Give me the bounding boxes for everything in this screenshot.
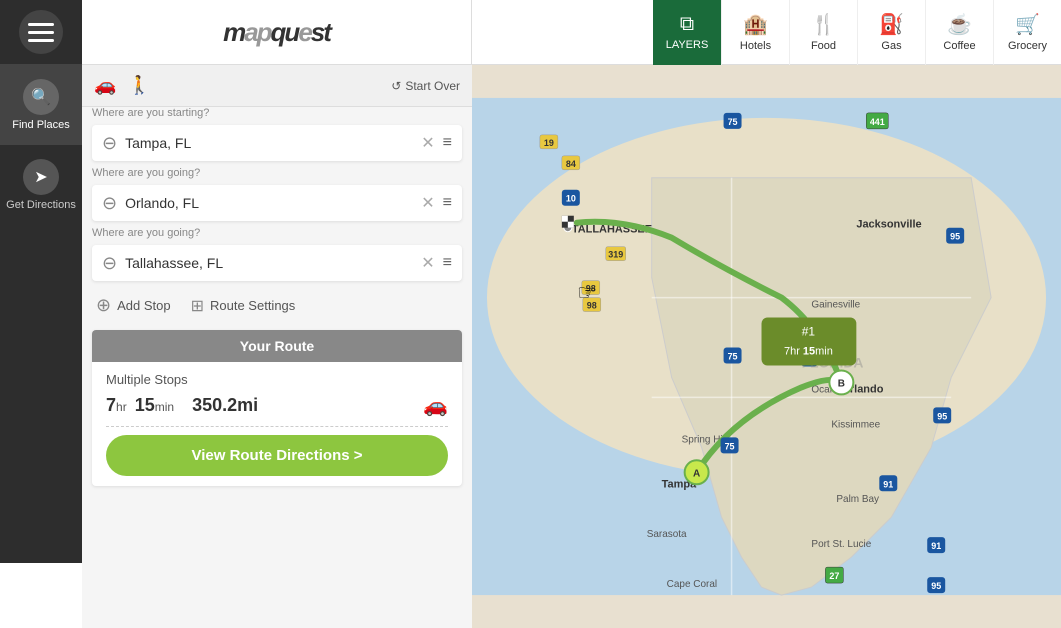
clear-dest1-icon[interactable]: ✕ (421, 193, 434, 213)
svg-text:Gainesville: Gainesville (811, 300, 860, 311)
route-summary: Your Route Multiple Stops 7hr 15min 350.… (92, 330, 462, 486)
toolbar-item-hotels[interactable]: 🏨 Hotels (721, 0, 789, 65)
waypoint-start-label: Where are you starting? (92, 107, 462, 119)
svg-text:Kissimmee: Kissimmee (831, 419, 880, 430)
waypoint-dest1-label: Where are you going? (92, 167, 462, 179)
toolbar-item-layers[interactable]: ⧉ LAYERS (653, 0, 721, 65)
svg-text:Sarasota: Sarasota (647, 529, 687, 540)
remove-dest1-icon[interactable]: ⊖ (102, 194, 117, 212)
sidebar-item-get-directions[interactable]: ➤ Get Directions (0, 145, 82, 225)
options-dest1-icon[interactable]: ≡ (443, 194, 452, 212)
svg-text:95: 95 (950, 232, 960, 242)
toolbar-item-coffee[interactable]: ☕ Coffee (925, 0, 993, 65)
toolbar-item-gas[interactable]: ⛽ Gas (857, 0, 925, 65)
route-settings-button[interactable]: ⊞ Route Settings (191, 296, 296, 316)
svg-text:#1: #1 (802, 325, 816, 339)
layers-icon: ⧉ (680, 13, 694, 36)
actions-row: ⊕ Add Stop ⊞ Route Settings (82, 287, 472, 324)
svg-text:98: 98 (586, 284, 596, 294)
sidebar-item-find-places[interactable]: 🔍 Find Places (0, 65, 82, 145)
remove-stop-icon[interactable]: ⊖ (102, 134, 117, 152)
clear-dest2-icon[interactable]: ✕ (421, 253, 434, 273)
route-stats: 7hr 15min 350.2mi 🚗 (106, 393, 448, 427)
toolbar-item-grocery[interactable]: 🛒 Grocery (993, 0, 1061, 65)
svg-text:75: 75 (725, 441, 735, 451)
food-icon: 🍴 (811, 12, 836, 37)
waypoint-dest2-row: ⊖ ✕ ≡ (92, 245, 462, 281)
options-start-icon[interactable]: ≡ (443, 134, 452, 152)
svg-text:319: 319 (608, 250, 623, 260)
view-route-button[interactable]: View Route Directions > (106, 435, 448, 476)
svg-text:A: A (693, 468, 700, 479)
gas-icon: ⛽ (879, 12, 904, 37)
route-hours: 7hr (106, 395, 127, 416)
toolbar-item-food[interactable]: 🍴 Food (789, 0, 857, 65)
grocery-icon: 🛒 (1015, 12, 1040, 37)
svg-text:10: 10 (566, 194, 576, 204)
panel-header: 🚗 🚶 ↺ Start Over (82, 65, 472, 107)
svg-text:95: 95 (931, 581, 941, 591)
svg-text:84: 84 (566, 159, 576, 169)
car-mode-icon[interactable]: 🚗 (94, 75, 116, 96)
clear-start-icon[interactable]: ✕ (421, 133, 434, 153)
options-dest2-icon[interactable]: ≡ (443, 254, 452, 272)
mapquest-logo: mapquest (223, 17, 330, 48)
directions-icon: ➤ (23, 159, 59, 195)
route-distance: 350.2mi (192, 395, 258, 416)
route-settings-icon: ⊞ (191, 296, 204, 316)
start-over-button[interactable]: ↺ Start Over (391, 79, 460, 93)
waypoint-dest1-input[interactable] (125, 195, 413, 211)
map-container[interactable]: ◀ 75 95 (472, 65, 1061, 628)
refresh-icon: ↺ (391, 79, 401, 93)
top-bar: mapquest ⧉ LAYERS 🏨 Hotels 🍴 Food ⛽ Gas (82, 0, 1061, 65)
waypoints-section: Where are you starting? ⊖ ✕ ≡ Where are … (82, 107, 472, 628)
directions-panel: 🚗 🚶 ↺ Start Over Where are you starting?… (82, 65, 472, 628)
svg-text:27: 27 (829, 571, 839, 581)
svg-text:91: 91 (883, 479, 893, 489)
svg-text:91: 91 (931, 541, 941, 551)
svg-text:Palm Bay: Palm Bay (836, 494, 879, 505)
svg-text:75: 75 (728, 117, 738, 127)
waypoint-section-dest1: Where are you going? ⊖ ✕ ≡ (82, 167, 472, 221)
multiple-stops-label: Multiple Stops (106, 372, 448, 387)
remove-dest2-icon[interactable]: ⊖ (102, 254, 117, 272)
walk-mode-icon[interactable]: 🚶 (128, 75, 150, 96)
waypoint-start-input[interactable] (125, 135, 413, 151)
add-stop-icon: ⊕ (96, 295, 111, 316)
coffee-icon: ☕ (947, 12, 972, 37)
svg-text:Cape Coral: Cape Coral (667, 579, 717, 590)
waypoint-dest1-row: ⊖ ✕ ≡ (92, 185, 462, 221)
car-icon: 🚗 (423, 393, 448, 418)
svg-text:98: 98 (587, 301, 597, 311)
svg-text:Port St. Lucie: Port St. Lucie (811, 539, 871, 550)
toolbar-nav: ⧉ LAYERS 🏨 Hotels 🍴 Food ⛽ Gas ☕ Coffee … (653, 0, 1061, 65)
hamburger-icon (28, 23, 54, 42)
hotels-icon: 🏨 (743, 12, 768, 37)
svg-text:441: 441 (870, 117, 885, 127)
sidebar: 🔍 Find Places ➤ Get Directions (0, 0, 82, 563)
add-stop-button[interactable]: ⊕ Add Stop (96, 295, 171, 316)
svg-text:75: 75 (728, 351, 738, 361)
svg-text:95: 95 (937, 411, 947, 421)
menu-button[interactable] (0, 0, 82, 65)
waypoint-section-dest2: Where are you going? ⊖ ✕ ≡ (82, 227, 472, 281)
waypoint-start-row: ⊖ ✕ ≡ (92, 125, 462, 161)
route-minutes: 15min (135, 395, 174, 416)
search-icon: 🔍 (23, 79, 59, 115)
svg-text:19: 19 (544, 138, 554, 148)
route-summary-header: Your Route (92, 330, 462, 362)
waypoint-dest2-input[interactable] (125, 255, 413, 271)
waypoint-dest2-label: Where are you going? (92, 227, 462, 239)
svg-text:Jacksonville: Jacksonville (856, 219, 921, 231)
svg-text:7hr 15min: 7hr 15min (784, 345, 833, 357)
transport-mode-selector: 🚗 🚶 (94, 75, 151, 96)
svg-text:B: B (838, 378, 845, 389)
route-summary-body: Multiple Stops 7hr 15min 350.2mi 🚗 View … (92, 362, 462, 486)
waypoint-section-start: Where are you starting? ⊖ ✕ ≡ (82, 107, 472, 161)
map-svg: 75 95 4 10 75 95 441 TALLA (472, 65, 1061, 628)
